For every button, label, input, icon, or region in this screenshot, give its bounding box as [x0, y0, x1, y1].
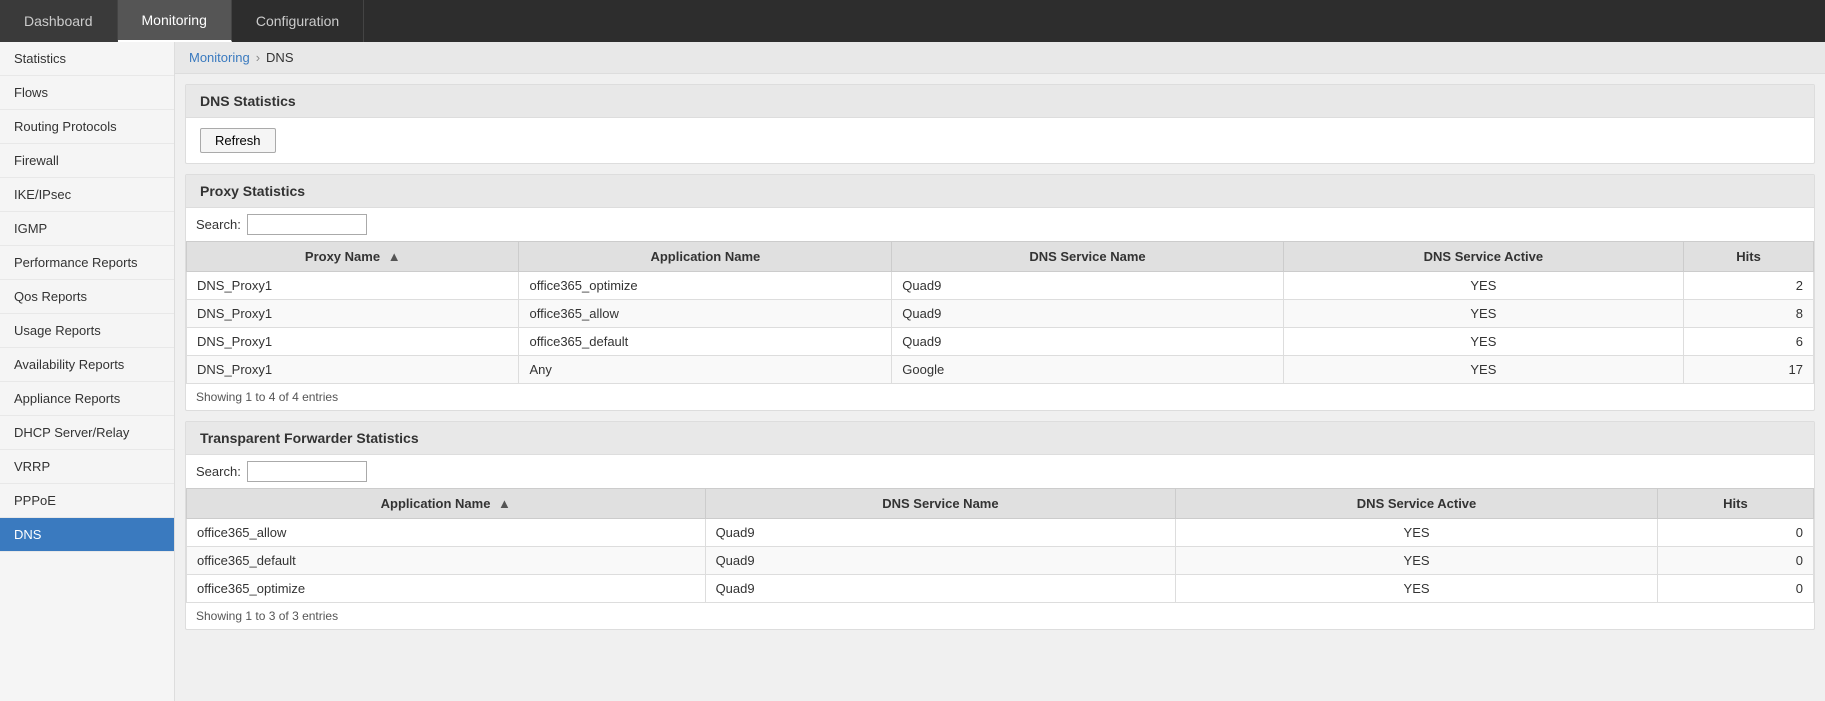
table-row: office365_optimize Quad9 YES 0: [187, 575, 1814, 603]
proxy-col-hits[interactable]: Hits: [1684, 242, 1814, 272]
active-cell: YES: [1176, 519, 1658, 547]
sidebar-item-qos-reports[interactable]: Qos Reports: [0, 280, 174, 314]
proxy-col-app-name[interactable]: Application Name: [519, 242, 892, 272]
proxy-name-cell: DNS_Proxy1: [187, 328, 519, 356]
table-row: office365_allow Quad9 YES 0: [187, 519, 1814, 547]
dns-service-cell: Quad9: [705, 575, 1176, 603]
proxy-name-cell: DNS_Proxy1: [187, 272, 519, 300]
transparent-forwarder-section: Transparent Forwarder Statistics Search:…: [185, 421, 1815, 630]
hits-cell: 0: [1657, 519, 1813, 547]
proxy-statistics-header: Proxy Statistics: [186, 175, 1814, 208]
app-name-cell: office365_default: [519, 328, 892, 356]
proxy-name-cell: DNS_Proxy1: [187, 356, 519, 384]
forwarder-table: Application Name ▲ DNS Service Name DNS …: [186, 488, 1814, 603]
sidebar-item-pppoe[interactable]: PPPoE: [0, 484, 174, 518]
dns-statistics-body: Refresh: [186, 118, 1814, 163]
table-row: DNS_Proxy1 office365_allow Quad9 YES 8: [187, 300, 1814, 328]
proxy-col-dns-service-active[interactable]: DNS Service Active: [1283, 242, 1683, 272]
sort-arrow-proxy-name: ▲: [388, 249, 401, 264]
sidebar-item-dns[interactable]: DNS: [0, 518, 174, 552]
forwarder-search-label: Search:: [196, 464, 241, 479]
active-cell: YES: [1283, 300, 1683, 328]
app-name-cell: office365_optimize: [187, 575, 706, 603]
sidebar-item-availability-reports[interactable]: Availability Reports: [0, 348, 174, 382]
proxy-name-cell: DNS_Proxy1: [187, 300, 519, 328]
proxy-search-row: Search:: [186, 208, 1814, 241]
active-cell: YES: [1176, 575, 1658, 603]
tab-configuration[interactable]: Configuration: [232, 0, 364, 42]
table-row: DNS_Proxy1 office365_optimize Quad9 YES …: [187, 272, 1814, 300]
sort-arrow-app-name: ▲: [498, 496, 511, 511]
table-row: DNS_Proxy1 office365_default Quad9 YES 6: [187, 328, 1814, 356]
forwarder-col-dns-service-active[interactable]: DNS Service Active: [1176, 489, 1658, 519]
dns-service-cell: Quad9: [892, 300, 1283, 328]
proxy-statistics-section: Proxy Statistics Search: Proxy Name ▲ Ap…: [185, 174, 1815, 411]
dns-service-cell: Quad9: [705, 547, 1176, 575]
dns-service-cell: Quad9: [892, 328, 1283, 356]
breadcrumb-separator: ›: [256, 50, 260, 65]
sidebar-item-vrrp[interactable]: VRRP: [0, 450, 174, 484]
active-cell: YES: [1283, 328, 1683, 356]
main-content: Monitoring › DNS DNS Statistics Refresh …: [175, 42, 1825, 701]
hits-cell: 0: [1657, 547, 1813, 575]
proxy-search-input[interactable]: [247, 214, 367, 235]
dns-statistics-section: DNS Statistics Refresh: [185, 84, 1815, 164]
breadcrumb-parent[interactable]: Monitoring: [189, 50, 250, 65]
proxy-col-proxy-name[interactable]: Proxy Name ▲: [187, 242, 519, 272]
refresh-button[interactable]: Refresh: [200, 128, 276, 153]
forwarder-col-hits[interactable]: Hits: [1657, 489, 1813, 519]
main-layout: Statistics Flows Routing Protocols Firew…: [0, 42, 1825, 701]
app-name-cell: office365_optimize: [519, 272, 892, 300]
sidebar-item-statistics[interactable]: Statistics: [0, 42, 174, 76]
proxy-col-dns-service-name[interactable]: DNS Service Name: [892, 242, 1283, 272]
sidebar-item-flows[interactable]: Flows: [0, 76, 174, 110]
active-cell: YES: [1176, 547, 1658, 575]
app-name-cell: office365_default: [187, 547, 706, 575]
hits-cell: 8: [1684, 300, 1814, 328]
breadcrumb: Monitoring › DNS: [175, 42, 1825, 74]
forwarder-showing-text: Showing 1 to 3 of 3 entries: [186, 603, 1814, 629]
proxy-showing-text: Showing 1 to 4 of 4 entries: [186, 384, 1814, 410]
app-name-cell: office365_allow: [187, 519, 706, 547]
dns-service-cell: Quad9: [892, 272, 1283, 300]
app-name-cell: Any: [519, 356, 892, 384]
top-navigation: Dashboard Monitoring Configuration: [0, 0, 1825, 42]
proxy-search-label: Search:: [196, 217, 241, 232]
active-cell: YES: [1283, 356, 1683, 384]
dns-statistics-header: DNS Statistics: [186, 85, 1814, 118]
tab-monitoring[interactable]: Monitoring: [118, 0, 232, 42]
sidebar-item-dhcp-server[interactable]: DHCP Server/Relay: [0, 416, 174, 450]
tab-dashboard[interactable]: Dashboard: [0, 0, 118, 42]
hits-cell: 17: [1684, 356, 1814, 384]
sidebar-item-appliance-reports[interactable]: Appliance Reports: [0, 382, 174, 416]
active-cell: YES: [1283, 272, 1683, 300]
dns-service-cell: Google: [892, 356, 1283, 384]
forwarder-col-dns-service-name[interactable]: DNS Service Name: [705, 489, 1176, 519]
forwarder-search-input[interactable]: [247, 461, 367, 482]
proxy-table: Proxy Name ▲ Application Name DNS Servic…: [186, 241, 1814, 384]
sidebar-item-routing-protocols[interactable]: Routing Protocols: [0, 110, 174, 144]
forwarder-search-row: Search:: [186, 455, 1814, 488]
table-row: DNS_Proxy1 Any Google YES 17: [187, 356, 1814, 384]
sidebar-item-ike-ipsec[interactable]: IKE/IPsec: [0, 178, 174, 212]
breadcrumb-current: DNS: [266, 50, 293, 65]
transparent-forwarder-header: Transparent Forwarder Statistics: [186, 422, 1814, 455]
hits-cell: 0: [1657, 575, 1813, 603]
sidebar: Statistics Flows Routing Protocols Firew…: [0, 42, 175, 701]
sidebar-item-igmp[interactable]: IGMP: [0, 212, 174, 246]
sidebar-item-usage-reports[interactable]: Usage Reports: [0, 314, 174, 348]
dns-service-cell: Quad9: [705, 519, 1176, 547]
sidebar-item-firewall[interactable]: Firewall: [0, 144, 174, 178]
app-name-cell: office365_allow: [519, 300, 892, 328]
hits-cell: 2: [1684, 272, 1814, 300]
table-row: office365_default Quad9 YES 0: [187, 547, 1814, 575]
hits-cell: 6: [1684, 328, 1814, 356]
forwarder-col-app-name[interactable]: Application Name ▲: [187, 489, 706, 519]
sidebar-item-performance-reports[interactable]: Performance Reports: [0, 246, 174, 280]
